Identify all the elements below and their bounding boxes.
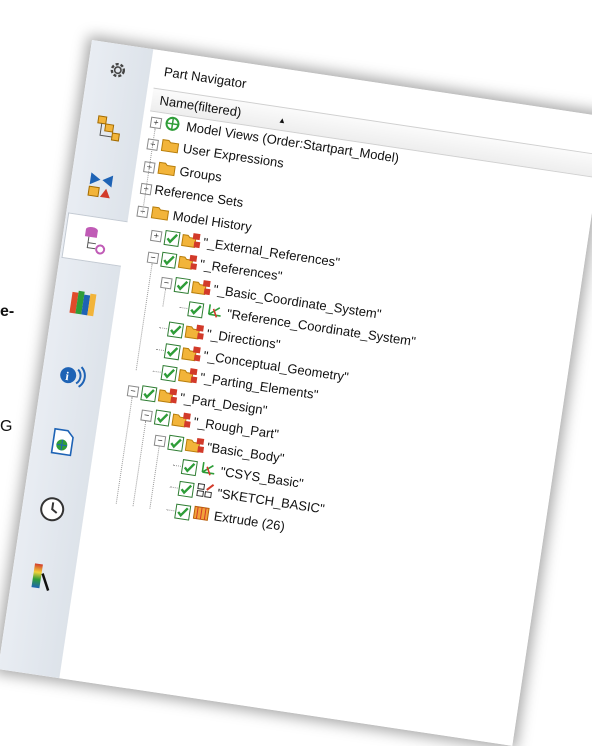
visibility-checkbox[interactable]	[167, 434, 185, 452]
tree-connector	[152, 371, 161, 374]
background-text-fragment: e-	[0, 303, 15, 320]
feature-group-icon	[180, 231, 203, 253]
folder-icon	[160, 137, 181, 158]
tree-connector	[155, 348, 164, 352]
tree-node-label: Groups	[178, 163, 223, 185]
visibility-checkbox[interactable]	[167, 321, 185, 339]
feature-group-icon	[177, 253, 200, 275]
part-navigator-panel: Part Navigator Name(filtered) ▲ + Model V…	[59, 49, 592, 746]
tree-connector	[179, 307, 188, 310]
visibility-checkbox[interactable]	[163, 229, 181, 248]
history-icon[interactable]	[27, 484, 77, 534]
collapse-icon[interactable]: −	[126, 384, 140, 398]
visibility-checkbox[interactable]	[160, 252, 178, 270]
feature-group-icon	[184, 435, 207, 457]
part-navigator-icon[interactable]	[61, 212, 129, 267]
visibility-checkbox[interactable]	[160, 365, 178, 383]
gear-icon[interactable]	[93, 45, 143, 95]
reuse-library-icon[interactable]	[58, 279, 108, 329]
collapse-icon[interactable]: −	[140, 409, 153, 423]
visibility-checkbox[interactable]	[173, 276, 191, 294]
system-materials-icon[interactable]	[17, 552, 67, 602]
visibility-checkbox[interactable]	[177, 481, 195, 499]
background-text-fragment: G	[0, 418, 13, 435]
extrude-icon	[191, 504, 214, 526]
csys-icon	[204, 302, 227, 324]
feature-group-icon	[157, 386, 180, 408]
assembly-navigator-icon[interactable]	[84, 104, 134, 154]
sketch-icon	[194, 482, 217, 504]
visibility-checkbox[interactable]	[163, 343, 181, 361]
model-views-icon	[163, 115, 182, 136]
constraint-navigator-icon[interactable]	[76, 160, 126, 210]
folder-icon	[156, 159, 177, 180]
visibility-checkbox[interactable]	[180, 459, 198, 477]
visibility-checkbox[interactable]	[174, 503, 192, 521]
feature-group-icon	[190, 277, 213, 299]
tree-connector	[166, 508, 175, 512]
feature-group-icon	[177, 366, 200, 388]
folder-icon	[150, 203, 171, 224]
feature-group-icon	[170, 410, 193, 432]
expand-icon[interactable]: +	[149, 229, 163, 243]
expand-icon[interactable]: +	[149, 116, 163, 130]
collapse-icon[interactable]: −	[146, 252, 160, 265]
tree-connector	[159, 326, 168, 329]
nx-window: i Part Navigator Name(filtered) ▲ + Model…	[0, 40, 592, 746]
panel-title: Part Navigator	[163, 64, 248, 92]
collapse-icon[interactable]: −	[160, 276, 173, 290]
visibility-checkbox[interactable]	[153, 409, 171, 427]
visibility-checkbox[interactable]	[140, 385, 158, 403]
sort-ascending-icon: ▲	[277, 115, 287, 126]
feature-tree: + Model Views (Order:Startpart_Model) + Use…	[65, 111, 592, 746]
role-icon[interactable]: i	[47, 350, 97, 400]
feature-group-icon	[184, 322, 207, 344]
web-browser-icon[interactable]	[37, 417, 87, 467]
feature-group-icon	[180, 344, 203, 366]
csys-icon	[197, 460, 220, 482]
visibility-checkbox[interactable]	[187, 301, 205, 319]
tree-connector	[172, 464, 182, 467]
collapse-icon[interactable]: −	[153, 434, 167, 447]
tree-connector	[169, 486, 178, 489]
